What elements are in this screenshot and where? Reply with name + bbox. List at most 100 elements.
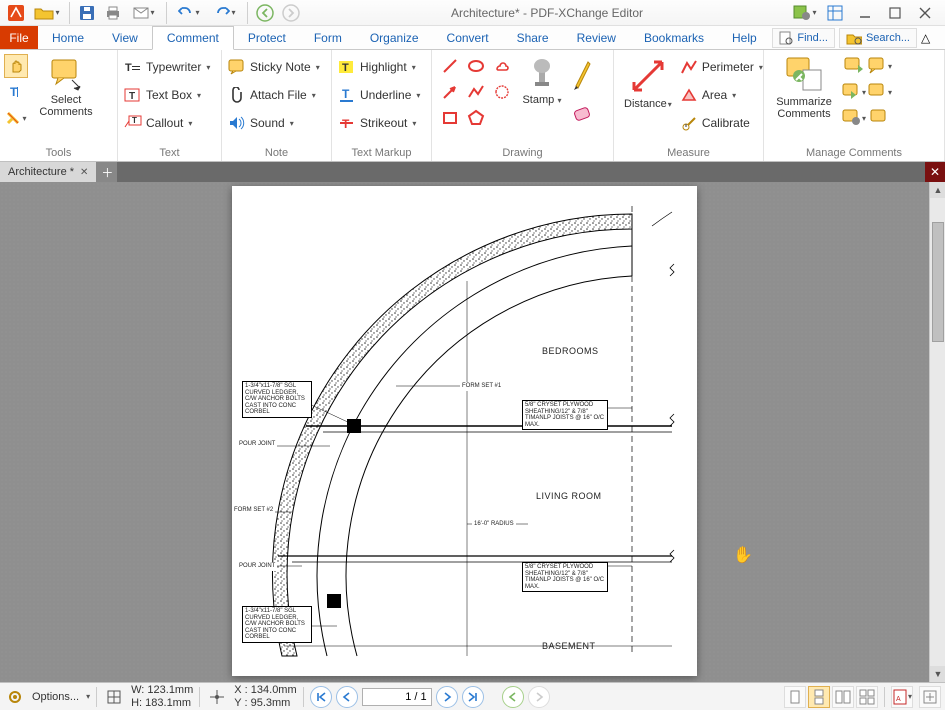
export-comments-icon[interactable]: ▾ [842,80,866,104]
perimeter-button[interactable]: Perimeter▾ [680,54,763,80]
history-back-button[interactable] [502,686,524,708]
polygon-tool-icon[interactable] [464,106,488,130]
two-page-view[interactable] [832,686,854,708]
undo-button[interactable]: ▾ [172,2,206,24]
stamp-button[interactable]: Stamp ▾ [518,54,566,108]
tab-bookmarks[interactable]: Bookmarks [630,26,718,49]
comments-list-icon[interactable] [868,106,892,130]
svg-text:T: T [125,62,132,74]
options-label[interactable]: Options... [32,691,79,703]
textbox-button[interactable]: TText Box▾ [124,82,215,108]
ui-settings-icon[interactable]: ▾ [791,2,819,24]
sound-button[interactable]: Sound▾ [228,110,325,136]
tab-comment[interactable]: Comment [152,26,234,50]
scroll-up-icon[interactable]: ▲ [930,182,945,198]
highlight-button[interactable]: THighlight▾ [338,54,425,80]
hand-tool-icon[interactable] [4,54,28,78]
close-button[interactable] [911,2,939,24]
comment-styles-icon[interactable]: ▾ [842,106,866,130]
group-drawing: Stamp ▾ Drawing [432,50,614,161]
last-page-button[interactable] [462,686,484,708]
tab-view[interactable]: View [98,26,152,49]
attach-file-button[interactable]: Attach File▾ [228,82,325,108]
svg-text:A: A [896,696,901,703]
collapse-ribbon-icon[interactable]: △ [921,31,941,45]
rect-tool-icon[interactable] [438,106,462,130]
email-button[interactable]: ▾ [127,2,161,24]
show-comments-icon[interactable]: ▾ [868,54,892,78]
note-plywood-1: 5/8" CRYSET PLYWOOD SHEATHING/12" & 7/8"… [522,400,608,430]
pdf-page: BEDROOMS LIVING ROOM BASEMENT 1-3/4"x11-… [232,186,697,676]
distance-button[interactable]: Distance▾ [620,54,676,112]
format-tool-icon[interactable]: ▾ [4,106,28,130]
callout-button[interactable]: TCallout▾ [124,110,215,136]
arrow-tool-icon[interactable] [438,80,462,104]
tab-convert[interactable]: Convert [433,26,503,49]
area-button[interactable]: Area▾ [680,82,763,108]
group-markup-label: Text Markup [332,146,431,161]
calibrate-button[interactable]: Calibrate [680,110,763,136]
tab-form[interactable]: Form [300,26,356,49]
sticky-note-button[interactable]: Sticky Note▾ [228,54,325,80]
tab-organize[interactable]: Organize [356,26,433,49]
eraser-tool-icon[interactable] [570,96,594,136]
maximize-button[interactable] [881,2,909,24]
document-tab[interactable]: Architecture * ✕ [0,162,97,182]
single-page-view[interactable] [784,686,806,708]
save-button[interactable] [75,2,99,24]
tab-share[interactable]: Share [503,26,563,49]
document-viewport[interactable]: BEDROOMS LIVING ROOM BASEMENT 1-3/4"x11-… [0,182,945,682]
pencil-tool-icon[interactable] [570,54,594,94]
select-text-tool-icon[interactable]: T [4,80,28,104]
tab-protect[interactable]: Protect [234,26,300,49]
room-bedrooms: BEDROOMS [542,346,599,356]
cloud-tool-icon[interactable] [490,54,514,78]
history-fwd-button[interactable] [528,686,550,708]
dimensions-icon[interactable] [103,686,125,708]
app-icon[interactable] [4,2,28,24]
position-icon[interactable] [206,686,228,708]
nav-fwd-button[interactable] [279,2,303,24]
typewriter-button[interactable]: TTypewriter▾ [124,54,215,80]
tab-home[interactable]: Home [38,26,98,49]
line-tool-icon[interactable] [438,54,462,78]
open-button[interactable]: ▾ [30,2,64,24]
import-comments-icon[interactable] [842,54,866,78]
two-continuous-view[interactable] [856,686,878,708]
find-button[interactable]: Find... [772,28,835,48]
continuous-view[interactable] [808,686,830,708]
close-tab-icon[interactable]: ✕ [80,167,88,178]
tab-file[interactable]: File [0,26,38,49]
tab-review[interactable]: Review [563,26,630,49]
options-gear-icon[interactable] [4,686,26,708]
page-input[interactable] [362,688,432,706]
next-page-button[interactable] [436,686,458,708]
close-all-icon[interactable]: ✕ [925,162,945,182]
minimize-button[interactable] [851,2,879,24]
zoom-dialog-icon[interactable] [919,686,941,708]
polycloud-tool-icon[interactable] [490,80,514,104]
select-comments-button[interactable]: Select Comments [32,54,100,120]
pdf-info-icon[interactable]: A▾ [891,686,913,708]
redo-button[interactable]: ▾ [208,2,242,24]
scroll-down-icon[interactable]: ▼ [930,666,945,682]
group-text-label: Text [118,146,221,161]
new-tab-button[interactable]: ＋ [97,162,117,182]
fullscreen-icon[interactable] [821,2,849,24]
strikeout-button[interactable]: TStrikeout▾ [338,110,425,136]
underline-button[interactable]: TUnderline▾ [338,82,425,108]
print-button[interactable] [101,2,125,24]
flatten-comments-icon[interactable]: ▾ [868,80,892,104]
nav-back-button[interactable] [253,2,277,24]
first-page-button[interactable] [310,686,332,708]
search-button[interactable]: Search... [839,28,917,48]
scroll-thumb[interactable] [932,222,944,342]
tab-help[interactable]: Help [718,26,771,49]
prev-page-button[interactable] [336,686,358,708]
position-readout: X : 134.0mm Y : 95.3mm [234,684,296,708]
polyline-tool-icon[interactable] [464,80,488,104]
scrollbar-vertical[interactable]: ▲ ▼ [929,182,945,682]
summarize-comments-button[interactable]: Summarize Comments [770,54,838,122]
oval-tool-icon[interactable] [464,54,488,78]
note-plywood-2: 5/8" CRYSET PLYWOOD SHEATHING/12" & 7/8"… [522,562,608,592]
